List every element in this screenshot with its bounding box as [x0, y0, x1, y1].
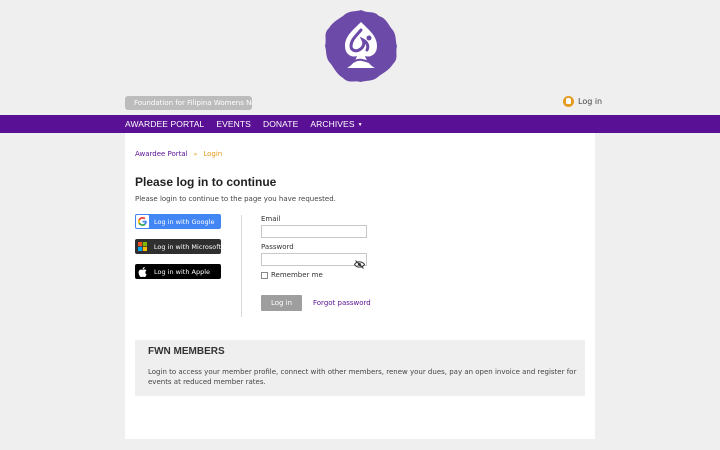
microsoft-icon	[136, 240, 149, 253]
nav-item-donate[interactable]: DONATE	[263, 119, 298, 129]
vertical-divider	[241, 215, 242, 317]
nav-item-archives[interactable]: ARCHIVES ▼	[310, 119, 362, 129]
breadcrumb-current: Login	[203, 150, 223, 158]
header-login-label: Log in	[578, 96, 603, 106]
email-field[interactable]	[261, 225, 367, 238]
page-subtitle: Please login to continue to the page you…	[135, 195, 336, 203]
nav-item-events[interactable]: EVENTS	[216, 119, 251, 129]
password-label: Password	[261, 243, 294, 251]
fwn-logo-icon[interactable]	[323, 8, 399, 84]
site-name: Foundation for Filipina Womens Network	[134, 99, 252, 107]
google-icon	[136, 215, 149, 228]
remember-me-label: Remember me	[271, 271, 323, 279]
apple-login-label: Log in with Apple	[154, 267, 211, 276]
remember-me-checkbox[interactable]	[261, 271, 268, 279]
eye-slash-icon[interactable]	[353, 254, 366, 269]
remember-me[interactable]: Remember me	[261, 271, 323, 279]
user-lock-icon	[563, 95, 574, 107]
main-nav: AWARDEE PORTAL EVENTS DONATE ARCHIVES ▼	[0, 115, 720, 133]
microsoft-login-button[interactable]: Log in with Microsoft	[135, 239, 221, 254]
google-login-button[interactable]: Log in with Google	[135, 214, 221, 229]
nav-item-awardee-portal[interactable]: AWARDEE PORTAL	[125, 119, 204, 129]
password-field[interactable]	[261, 253, 367, 266]
email-label: Email	[261, 215, 281, 223]
nav-archives-label: ARCHIVES	[310, 119, 355, 129]
breadcrumb: Awardee Portal » Login	[135, 150, 222, 158]
members-info-panel: FWN MEMBERS Login to access your member …	[135, 340, 585, 396]
google-login-label: Log in with Google	[154, 217, 215, 226]
microsoft-login-label: Log in with Microsoft	[153, 242, 221, 251]
breadcrumb-home[interactable]: Awardee Portal	[135, 150, 188, 158]
forgot-password-link[interactable]: Forgot password	[313, 299, 371, 307]
apple-login-button[interactable]: Log in with Apple	[135, 264, 221, 279]
breadcrumb-separator: »	[193, 150, 198, 158]
apple-icon	[136, 265, 149, 278]
site-name-bar[interactable]: Foundation for Filipina Womens Network	[125, 96, 252, 110]
login-submit-button[interactable]: Log in	[261, 295, 302, 311]
page-title: Please log in to continue	[135, 175, 277, 189]
caret-down-icon: ▼	[357, 122, 363, 128]
members-text: Login to access your member profile, con…	[148, 368, 577, 386]
members-title: FWN MEMBERS	[148, 346, 225, 357]
header-login-link[interactable]: Log in	[563, 95, 602, 107]
main-content: Awardee Portal » Login Please log in to …	[125, 133, 595, 439]
